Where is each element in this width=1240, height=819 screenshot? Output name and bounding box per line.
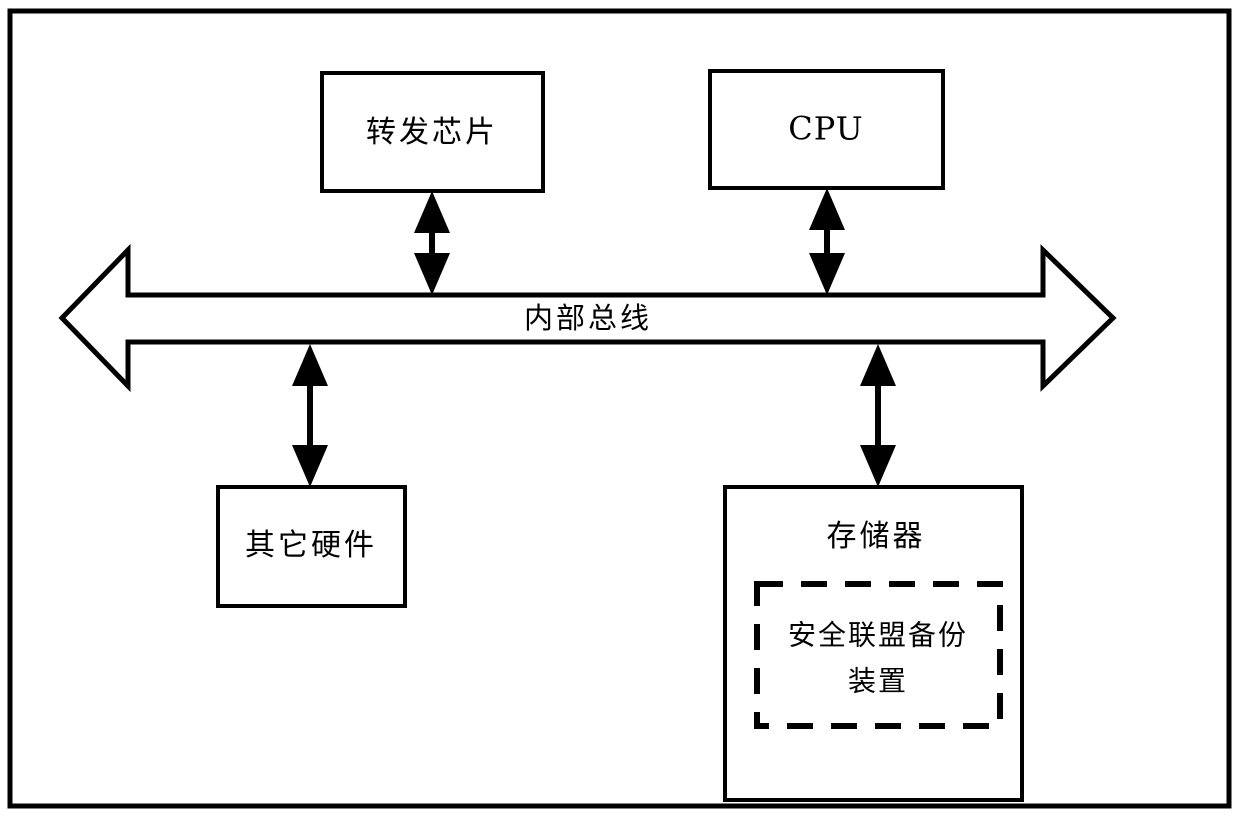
cpu-label: CPU: [788, 110, 863, 148]
chip-bus-arrowhead-down: [414, 253, 450, 295]
diagram-canvas: 转发芯片 CPU 内部总线 其它硬件 存储器 安全联盟备份 装置: [0, 0, 1240, 819]
bus-hw-arrowhead-up: [292, 344, 328, 386]
sa-backup-device-label-line1: 安全联盟备份: [788, 619, 968, 652]
chip-to-bus-connector: [414, 191, 450, 295]
sa-backup-device-box[interactable]: [754, 581, 1003, 729]
chip-bus-arrowhead-up: [414, 191, 450, 233]
bus-hw-arrowhead-down: [292, 445, 328, 487]
cpu-bus-arrowhead-up: [809, 188, 845, 230]
internal-bus-label: 内部总线: [524, 301, 652, 335]
bus-memory-arrowhead-up: [860, 344, 896, 386]
outer-frame: [7, 8, 1232, 809]
forwarding-chip-label: 转发芯片: [366, 115, 498, 150]
bus-to-memory-connector: [860, 344, 896, 487]
other-hardware-label: 其它硬件: [245, 528, 377, 563]
bus-to-other-hardware-connector: [292, 344, 328, 487]
cpu-bus-arrowhead-down: [809, 253, 845, 295]
bus-memory-arrowhead-down: [860, 445, 896, 487]
architecture-diagram: 转发芯片 CPU 内部总线 其它硬件 存储器 安全联盟备份 装置: [7, 8, 1232, 809]
sa-backup-device-label-line2: 装置: [848, 665, 908, 698]
cpu-to-bus-connector: [809, 188, 845, 295]
memory-label: 存储器: [827, 519, 926, 554]
